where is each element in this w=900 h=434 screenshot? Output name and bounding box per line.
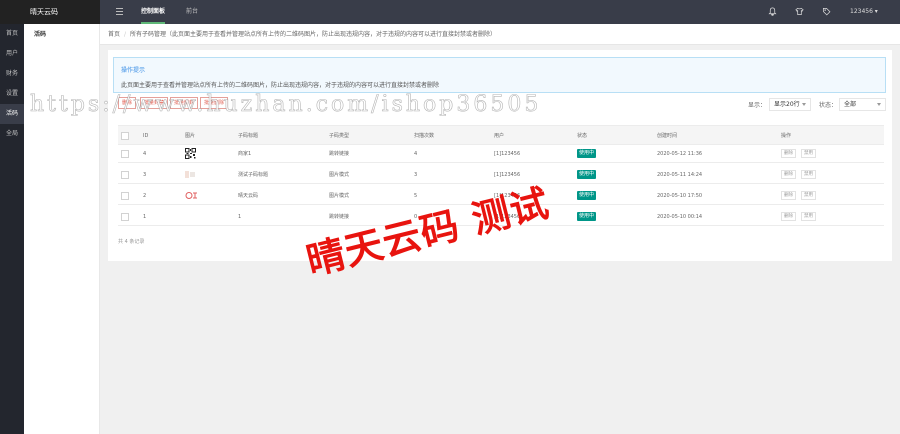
row-disable-button[interactable]: 禁用 xyxy=(801,191,816,200)
chevron-down-icon xyxy=(877,103,881,106)
nav-control-panel[interactable]: 控制面板 xyxy=(141,0,166,24)
user-menu[interactable]: 123456 ▾ xyxy=(850,0,878,24)
record-count: 共 4 条记录 xyxy=(118,239,145,245)
row-checkbox[interactable] xyxy=(121,192,129,200)
breadcrumb-separator: / xyxy=(124,31,127,38)
sidebar-item-finance[interactable]: 财务 xyxy=(0,64,24,84)
status-badge: 使用中 xyxy=(577,170,597,179)
watermark-url: https://www.huzhan.com/ishop36505 xyxy=(30,92,542,118)
cell-scans: 4 xyxy=(414,151,418,157)
status-filter-select[interactable]: 全部 xyxy=(839,98,886,111)
sidebar-item-global[interactable]: 全局 xyxy=(0,124,24,144)
table-header: ID 图片 子码标题 子码类型 扫描次数 用户 状态 创建时间 操作 xyxy=(118,125,884,145)
row-checkbox[interactable] xyxy=(121,213,129,221)
sub-sidebar: 活码 xyxy=(24,24,100,434)
cell-id: 1 xyxy=(143,214,147,220)
cell-created: 2020-05-11 14:24 xyxy=(657,172,703,178)
rows-per-page-select[interactable]: 显示20行 xyxy=(769,98,811,111)
cell-user: [1]123456 xyxy=(494,151,521,157)
col-image: 图片 xyxy=(185,133,196,139)
tip-text: 此页面主要用于查看并管理站点所有上传的二维码图片，防止出现违规内容，对于违规的内… xyxy=(121,82,440,89)
breadcrumb: 首页 / 所有子码管理（此页面主要用于查看并管理站点所有上传的二维码图片，防止出现违… xyxy=(100,24,900,45)
tag-icon[interactable] xyxy=(822,7,831,16)
sub-sidebar-item-livecode[interactable]: 活码 xyxy=(34,29,46,38)
image-thumbnail[interactable] xyxy=(185,169,196,180)
rows-per-page-label: 显示： xyxy=(748,102,767,109)
row-disable-button[interactable]: 禁用 xyxy=(801,170,816,179)
menu-toggle-icon[interactable] xyxy=(116,8,123,15)
cell-type: 跳转链接 xyxy=(329,151,350,157)
col-id: ID xyxy=(143,133,149,139)
col-ops: 操作 xyxy=(781,133,792,139)
cell-type: 图片模式 xyxy=(329,172,350,178)
qr-code-thumbnail[interactable] xyxy=(185,148,196,159)
status-badge: 使用中 xyxy=(577,149,597,158)
cell-title: 商家1 xyxy=(238,151,252,157)
nav-frontend[interactable]: 前台 xyxy=(186,0,198,24)
col-scans: 扫描次数 xyxy=(414,133,435,139)
cell-id: 4 xyxy=(143,151,147,157)
row-delete-button[interactable]: 删除 xyxy=(781,212,796,221)
row-delete-button[interactable]: 删除 xyxy=(781,170,796,179)
bell-icon[interactable] xyxy=(768,7,777,16)
logo-thumbnail[interactable] xyxy=(185,190,199,201)
cell-created: 2020-05-10 00:14 xyxy=(657,214,703,220)
cell-id: 2 xyxy=(143,193,147,199)
tip-title: 操作提示 xyxy=(121,67,146,74)
cell-scans: 3 xyxy=(414,172,418,178)
app-logo[interactable]: 晴天云码 xyxy=(0,0,100,24)
row-delete-button[interactable]: 删除 xyxy=(781,191,796,200)
cell-scans: 5 xyxy=(414,193,418,199)
cell-title: 晴天云码 xyxy=(238,193,259,199)
row-checkbox[interactable] xyxy=(121,171,129,179)
cell-created: 2020-05-10 17:50 xyxy=(657,193,703,199)
status-badge: 使用中 xyxy=(577,191,597,200)
sidebar-item-users[interactable]: 用户 xyxy=(0,44,24,64)
cell-created: 2020-05-12 11:36 xyxy=(657,151,703,157)
chevron-down-icon xyxy=(802,103,806,106)
cell-title: 测试子码标题 xyxy=(238,172,269,178)
breadcrumb-home[interactable]: 首页 xyxy=(108,31,120,38)
sidebar-item-home[interactable]: 首页 xyxy=(0,24,24,44)
cell-type: 图片模式 xyxy=(329,193,350,199)
col-title: 子码标题 xyxy=(238,133,259,139)
col-created: 创建时间 xyxy=(657,133,678,139)
table-row[interactable]: 4 商家1 跳转链接 4 [1]123456 使用中 2020-05-12 11… xyxy=(118,145,884,163)
cell-title: 1 xyxy=(238,214,242,220)
tip-box: 操作提示 此页面主要用于查看并管理站点所有上传的二维码图片，防止出现违规内容，对… xyxy=(113,57,886,93)
select-all-checkbox[interactable] xyxy=(121,132,129,140)
col-type: 子码类型 xyxy=(329,133,350,139)
rows-per-page-value: 显示20行 xyxy=(774,101,800,108)
cell-id: 3 xyxy=(143,172,147,178)
breadcrumb-current: 所有子码管理（此页面主要用于查看并管理站点所有上传的二维码图片，防止出现违规内容… xyxy=(130,31,497,38)
row-delete-button[interactable]: 删除 xyxy=(781,149,796,158)
col-user: 用户 xyxy=(494,133,505,139)
sidebar: 首页 用户 财务 设置 活码 全局 xyxy=(0,24,24,434)
status-filter-label: 状态： xyxy=(819,102,838,109)
shirt-icon[interactable] xyxy=(795,7,804,16)
row-disable-button[interactable]: 禁用 xyxy=(801,212,816,221)
sidebar-item-livecode[interactable]: 活码 xyxy=(0,104,24,124)
row-disable-button[interactable]: 禁用 xyxy=(801,149,816,158)
status-badge: 使用中 xyxy=(577,212,597,221)
col-status: 状态 xyxy=(577,133,588,139)
top-bar: 晴天云码 控制面板 前台 123456 ▾ xyxy=(0,0,900,24)
sidebar-item-settings[interactable]: 设置 xyxy=(0,84,24,104)
row-checkbox[interactable] xyxy=(121,150,129,158)
status-filter-value: 全部 xyxy=(844,101,857,108)
